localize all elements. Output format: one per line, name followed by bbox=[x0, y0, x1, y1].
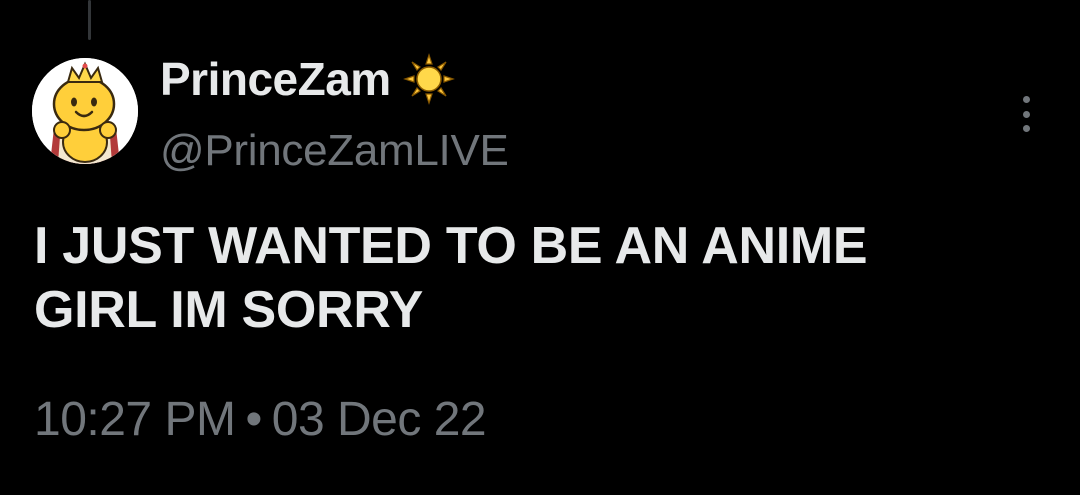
tweet-time: 10:27 PM bbox=[34, 393, 236, 446]
timestamp-separator: • bbox=[245, 393, 262, 446]
more-dot bbox=[1022, 110, 1030, 118]
thread-connector-line bbox=[88, 0, 91, 40]
tweet-date: 03 Dec 22 bbox=[271, 393, 487, 446]
tweet-timestamp[interactable]: 10:27 PM • 03 Dec 22 bbox=[34, 392, 487, 447]
author-name-row: PrinceZam bbox=[160, 52, 455, 106]
more-dot bbox=[1022, 125, 1030, 132]
sun-icon bbox=[402, 53, 455, 105]
author-handle[interactable]: @PrinceZamLIVE bbox=[160, 126, 509, 176]
more-vertical-icon[interactable] bbox=[1012, 92, 1040, 136]
author-display-name[interactable]: PrinceZam bbox=[160, 52, 391, 106]
avatar[interactable] bbox=[32, 58, 138, 164]
tweet-text: I JUST WANTED TO BE AN ANIME GIRL IM SOR… bbox=[34, 217, 868, 339]
crowned-yellow-character-avatar bbox=[32, 58, 138, 164]
more-dot bbox=[1022, 96, 1030, 103]
